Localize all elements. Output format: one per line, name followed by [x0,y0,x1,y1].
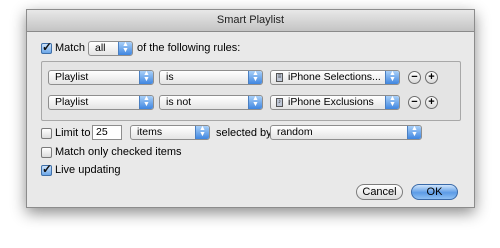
popup-arrows-icon: ▲ ▼ [139,96,153,109]
popup-arrows-icon: ▲ ▼ [248,71,262,84]
rule-1-value-text: iPhone Selections... [288,71,381,83]
rule-1-field-value: Playlist [55,71,89,83]
rule-2-operator-value: is not [166,96,192,108]
window-title: Smart Playlist [27,10,474,32]
limit-checkbox[interactable] [41,128,52,139]
playlist-icon: ≡ [276,73,283,82]
popup-arrows-icon: ▲ ▼ [385,71,399,84]
rule-1-operator-popup[interactable]: is ▲ ▼ [159,70,263,85]
match-label: Match [55,42,85,54]
rule-2-value-popup[interactable]: ♪ iPhone Exclusions ▲ ▼ [270,95,400,110]
rule-1-operator-value: is [166,71,174,83]
match-checked-checkbox[interactable] [41,147,52,158]
selected-by-value: random [277,126,313,138]
limit-unit-popup[interactable]: items ▲ ▼ [130,125,210,140]
match-checkbox[interactable] [41,40,52,54]
popup-arrows-icon: ▲ ▼ [248,96,262,109]
selected-by-label: selected by [216,127,272,139]
cancel-button[interactable]: Cancel [356,184,403,200]
rules-box: Playlist ▲ ▼ is ▲ ▼ ≡ iPhone Selections...… [41,61,461,121]
match-suffix-label: of the following rules: [137,42,241,54]
rule-2-operator-popup[interactable]: is not ▲ ▼ [159,95,263,110]
rule-1-add-button[interactable]: + [425,71,438,84]
limit-unit-value: items [137,126,163,138]
rule-1-remove-button[interactable]: − [408,71,421,84]
popup-arrows-icon: ▲ ▼ [195,126,209,139]
popup-arrows-icon: ▲ ▼ [385,96,399,109]
selected-by-popup[interactable]: random ▲ ▼ [270,125,422,140]
live-updating-checkbox[interactable] [41,162,52,176]
ok-button[interactable]: OK [411,184,458,200]
rule-2-field-value: Playlist [55,96,89,108]
live-updating-label: Live updating [55,164,121,176]
smart-playlist-dialog: Smart Playlist Match all ▲▼ of the follo… [26,9,475,208]
rule-2-remove-button[interactable]: − [408,96,421,109]
rule-2-add-button[interactable]: + [425,96,438,109]
match-checked-label: Match only checked items [55,146,182,158]
popup-arrows-icon: ▲ ▼ [407,126,421,139]
limit-label: Limit to [55,127,91,139]
rule-2-value-text: iPhone Exclusions [288,96,374,108]
popup-arrows-icon: ▲ ▼ [118,42,132,55]
match-mode-popup[interactable]: all ▲ ▼ [88,41,133,56]
rule-1-field-popup[interactable]: Playlist ▲ ▼ [48,70,154,85]
rule-2-field-popup[interactable]: Playlist ▲ ▼ [48,95,154,110]
limit-amount-field[interactable]: 25 [92,125,122,140]
rule-1-value-popup[interactable]: ≡ iPhone Selections... ▲ ▼ [270,70,400,85]
playlist-icon: ♪ [276,98,283,107]
popup-arrows-icon: ▲ ▼ [139,71,153,84]
match-mode-value: all [95,42,106,54]
